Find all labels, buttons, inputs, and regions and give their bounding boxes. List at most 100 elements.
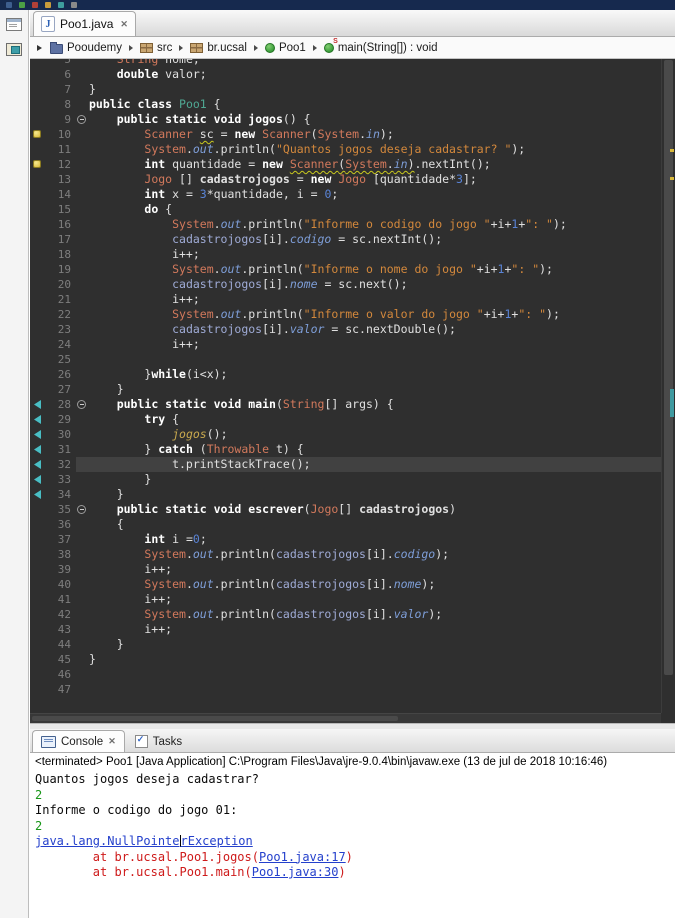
view-tab-tasks[interactable]: Tasks (127, 731, 190, 752)
fold-ruler-cell (76, 382, 89, 397)
code-editor[interactable]: 5 String nome; 6 double valor; 7} 8 public c… (30, 59, 675, 723)
code-line[interactable]: 12 int quantidade = new Scanner(System.i… (30, 157, 661, 172)
code-line[interactable]: 31 } catch (Throwable t) { (30, 442, 661, 457)
code-line[interactable]: 33 } (30, 472, 661, 487)
code-line[interactable]: 35 public static void escrever(Jogo[] ca… (30, 502, 661, 517)
console-view[interactable]: <terminated> Poo1 [Java Application] C:\… (30, 753, 675, 918)
code-line[interactable]: 11 System.out.println("Quantos jogos des… (30, 142, 661, 157)
code-line[interactable]: 41 i++; (30, 592, 661, 607)
taskbar-icon-3[interactable] (32, 2, 38, 8)
overview-warning-marker[interactable] (670, 177, 674, 180)
horizontal-scrollbar-thumb[interactable] (32, 716, 398, 721)
taskbar-icon-2[interactable] (19, 2, 25, 8)
code-token: ); (539, 262, 553, 276)
code-line[interactable]: 20 cadastrojogos[i].nome = sc.next(); (30, 277, 661, 292)
stack-trace-link[interactable]: java.lang.NullPointe (35, 834, 180, 848)
code-line[interactable]: 34 } (30, 487, 661, 502)
code-line[interactable]: 27 } (30, 382, 661, 397)
line-number: 16 (57, 218, 71, 231)
line-number: 18 (57, 248, 71, 261)
breadcrumb-item-poo1[interactable]: Poo1 (263, 41, 308, 55)
code-token: . (185, 607, 193, 621)
close-tab-icon[interactable] (120, 19, 128, 30)
fold-collapse-icon[interactable] (77, 504, 86, 514)
fold-ruler-cell (76, 562, 89, 577)
breadcrumb-item-pooudemy[interactable]: Pooudemy (48, 41, 124, 55)
restore-view-icon[interactable] (6, 18, 22, 31)
vertical-scrollbar[interactable] (661, 59, 675, 713)
stack-trace-link[interactable]: Poo1.java:30 (252, 865, 339, 879)
code-line[interactable]: 26 }while(i<x); (30, 367, 661, 382)
code-text: i++; (89, 292, 661, 307)
code-line[interactable]: 43 i++; (30, 622, 661, 637)
code-line[interactable]: 10 Scanner sc = new Scanner(System.in); (30, 127, 661, 142)
code-line[interactable]: 14 int x = 3*quantidade, i = 0; (30, 187, 661, 202)
taskbar-icon-5[interactable] (58, 2, 64, 8)
fold-collapse-icon[interactable] (77, 399, 86, 409)
code-line[interactable]: 19 System.out.println("Informe o nome do… (30, 262, 661, 277)
stack-trace-link[interactable]: Poo1.java:17 (259, 850, 346, 864)
overview-warning-marker[interactable] (670, 149, 674, 152)
code-line[interactable]: 44 } (30, 637, 661, 652)
code-line[interactable]: 30 jogos(); (30, 427, 661, 442)
code-line[interactable]: 18 i++; (30, 247, 661, 262)
code-line[interactable]: 17 cadastrojogos[i].codigo = sc.nextInt(… (30, 232, 661, 247)
annotation-ruler-cell (30, 667, 44, 682)
code-token: } (89, 367, 152, 381)
code-line[interactable]: 47 (30, 682, 661, 697)
taskbar-icon-1[interactable] (6, 2, 12, 8)
vertical-scrollbar-thumb[interactable] (664, 60, 673, 675)
horizontal-scrollbar[interactable] (30, 713, 661, 723)
code-line[interactable]: 16 System.out.println("Informe o codigo … (30, 217, 661, 232)
code-line[interactable]: 39 i++; (30, 562, 661, 577)
code-line[interactable]: 23 cadastrojogos[i].valor = sc.nextDoubl… (30, 322, 661, 337)
code-line[interactable]: 38 System.out.println(cadastrojogos[i].c… (30, 547, 661, 562)
code-line[interactable]: 45} (30, 652, 661, 667)
code-line[interactable]: 36 { (30, 517, 661, 532)
code-line[interactable]: 28 public static void main(String[] args… (30, 397, 661, 412)
code-line[interactable]: 24 i++; (30, 337, 661, 352)
code-line[interactable]: 13 Jogo [] cadastrojogos = new Jogo [qua… (30, 172, 661, 187)
breadcrumb-item-br-ucsal[interactable]: br.ucsal (188, 41, 249, 55)
code-line[interactable]: 40 System.out.println(cadastrojogos[i].n… (30, 577, 661, 592)
code-token: cadastrojogos (275, 607, 366, 621)
warning-icon[interactable] (33, 130, 41, 138)
code-line[interactable]: 21 i++; (30, 292, 661, 307)
breadcrumb-expand-icon[interactable] (37, 44, 42, 51)
fold-collapse-icon[interactable] (77, 114, 86, 124)
package-explorer-icon[interactable] (6, 43, 22, 56)
editor-tab-poo1-java[interactable]: Poo1.java (33, 11, 136, 36)
breadcrumb-item-src[interactable]: src (138, 41, 174, 55)
console-line: Informe o codigo do jogo 01: (35, 803, 675, 819)
code-line[interactable]: 46 (30, 667, 661, 682)
code-line[interactable]: 25 (30, 352, 661, 367)
close-view-icon[interactable] (108, 736, 116, 747)
stack-trace-link[interactable]: rException (181, 834, 253, 848)
code-line[interactable]: 15 do { (30, 202, 661, 217)
code-line[interactable]: 7} (30, 82, 661, 97)
code-line[interactable]: 22 System.out.println("Informe o valor d… (30, 307, 661, 322)
code-token: ); (546, 307, 560, 321)
taskbar-icon-4[interactable] (45, 2, 51, 8)
fold-ruler-cell (76, 367, 89, 382)
code-line[interactable]: 9 public static void jogos() { (30, 112, 661, 127)
code-line[interactable]: 5 String nome; (30, 59, 661, 67)
code-text: i++; (89, 622, 661, 637)
code-line[interactable]: 37 int i =0; (30, 532, 661, 547)
code-line[interactable]: 42 System.out.println(cadastrojogos[i].v… (30, 607, 661, 622)
code-line[interactable]: 29 try { (30, 412, 661, 427)
warning-icon[interactable] (33, 160, 41, 168)
overview-occurrence-marker[interactable] (670, 389, 674, 417)
view-tab-console[interactable]: Console (32, 730, 125, 752)
code-line[interactable]: 32 t.printStackTrace(); (30, 457, 661, 472)
code-line[interactable]: 6 double valor; (30, 67, 661, 82)
annotation-ruler-cell (30, 142, 44, 157)
code-token: { (206, 97, 221, 111)
code-token: *quantidade, i = (206, 187, 325, 201)
taskbar-icon-6[interactable] (71, 2, 77, 8)
code-token: out (192, 577, 214, 591)
code-line[interactable]: 8 public class Poo1 { (30, 97, 661, 112)
code-token: ( (310, 127, 318, 141)
breadcrumb-item-main-string-void[interactable]: main(String[]) : void (322, 38, 440, 55)
